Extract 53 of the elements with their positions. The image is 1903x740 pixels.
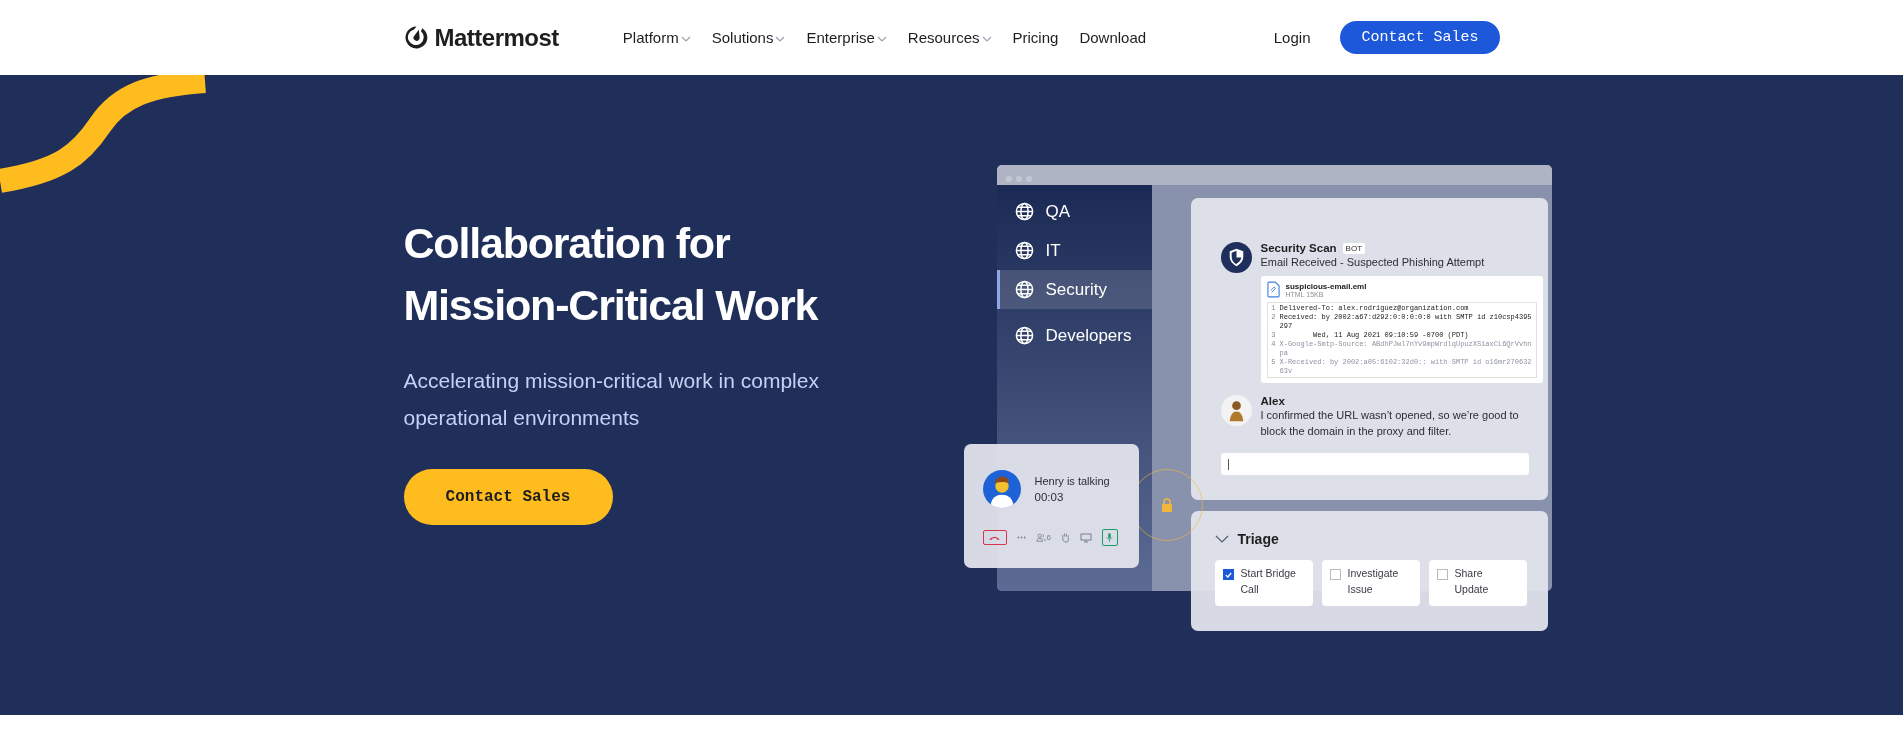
post-author: Security Scan — [1260, 242, 1337, 254]
channel-item[interactable]: Security — [996, 270, 1152, 309]
microphone-icon — [1106, 532, 1114, 543]
channel-item[interactable]: QA — [996, 192, 1152, 231]
globe-icon — [1014, 326, 1034, 345]
nav-link[interactable]: Solutions — [711, 29, 786, 46]
contact-sales-button[interactable]: Contact Sales — [403, 469, 613, 525]
nav-link[interactable]: Enterprise — [806, 29, 887, 46]
message-input[interactable] — [1220, 453, 1529, 475]
globe-icon — [1014, 280, 1034, 299]
phone-icon — [988, 534, 1001, 541]
checkbox[interactable] — [1222, 569, 1234, 580]
hero-title: Collaboration for — [403, 218, 730, 269]
file-name: suspicious-email.eml — [1285, 281, 1367, 291]
triage-title: Triage — [1237, 531, 1279, 547]
screen-icon[interactable] — [1079, 532, 1092, 543]
task-label: Share Update — [1454, 566, 1490, 597]
bot-badge: BOT — [1342, 242, 1366, 254]
avatar-icon — [1220, 395, 1252, 426]
microphone-button[interactable] — [1101, 529, 1118, 546]
task-label: Investigate Issue — [1347, 566, 1400, 597]
checkbox[interactable] — [1436, 569, 1448, 580]
nav-link[interactable]: Resources — [907, 29, 992, 46]
nav-link[interactable]: Download — [1079, 29, 1147, 46]
more-icon[interactable] — [1016, 536, 1026, 539]
globe-icon — [1014, 202, 1034, 221]
channel-item[interactable]: IT — [996, 231, 1152, 270]
hang-up-button[interactable] — [982, 530, 1007, 545]
participant-count: 6 — [1046, 533, 1051, 542]
hero-subtitle: Accelerating mission-critical work in complex operational environments — [403, 368, 820, 431]
logo-link[interactable]: Mattermost — [403, 23, 559, 52]
avatar-icon — [982, 470, 1021, 508]
hero-title: Mission-Critical Work — [403, 280, 818, 331]
call-timer: 00:03 — [1034, 491, 1065, 503]
shield-icon — [1220, 242, 1252, 273]
post-author: Alex — [1260, 395, 1286, 407]
chevron-icon — [1214, 535, 1229, 543]
post-text: Email Received - Suspected Phishing Attempt — [1260, 255, 1486, 270]
nav-link[interactable]: Pricing — [1012, 29, 1059, 46]
channel-item[interactable]: Developers — [996, 316, 1152, 355]
lock-icon — [1160, 498, 1173, 512]
people-icon — [1035, 533, 1046, 542]
logo-icon — [403, 25, 429, 50]
file-icon — [1266, 281, 1280, 298]
login-link[interactable]: Login — [1273, 29, 1311, 46]
checkbox[interactable] — [1329, 569, 1341, 580]
globe-icon — [1014, 241, 1034, 260]
post-text: I confirmed the URL wasn’t opened, so we’re good to block the domain in the proxy and filter. — [1260, 408, 1520, 439]
hand-icon[interactable] — [1060, 532, 1070, 543]
nav-link[interactable]: Platform — [622, 29, 691, 46]
contact-sales-button[interactable]: Contact Sales — [1340, 21, 1500, 54]
task-label: Start Bridge Call — [1240, 566, 1297, 597]
call-speaker: Henry is talking — [1034, 475, 1110, 487]
